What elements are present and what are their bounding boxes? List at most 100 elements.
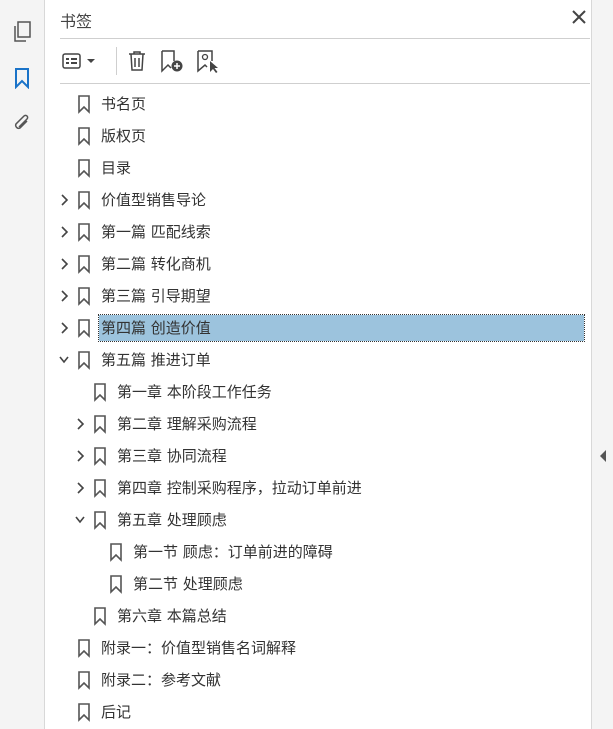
bookmark-label-wrap: 第六章 本篇总结 — [115, 603, 229, 629]
right-gutter — [591, 0, 613, 729]
bookmark-item[interactable]: 第一章 本阶段工作任务 — [73, 378, 274, 406]
bookmark-label: 第五篇 推进订单 — [101, 351, 211, 369]
close-button[interactable] — [568, 6, 590, 28]
bookmark-icon — [91, 506, 109, 534]
collapse-chevron-icon[interactable] — [57, 346, 71, 374]
bookmark-label: 第二篇 转化商机 — [101, 255, 211, 273]
bookmark-label-wrap: 第二篇 转化商机 — [99, 251, 213, 277]
bookmark-icon — [107, 570, 125, 598]
bookmark-item[interactable]: 后记 — [57, 698, 133, 726]
bookmark-toolbar — [60, 39, 590, 84]
bookmark-label: 价值型销售导论 — [101, 191, 207, 209]
expand-chevron-icon[interactable] — [73, 442, 87, 470]
bookmark-item[interactable]: 附录二：参考文献 — [57, 666, 223, 694]
bookmark-icon — [75, 698, 93, 726]
bookmark-label: 第五章 处理顾虑 — [117, 511, 227, 529]
delete-bookmark-button[interactable] — [124, 48, 150, 74]
bookmark-icon — [75, 186, 93, 214]
bookmark-item[interactable]: 第三篇 引导期望 — [57, 282, 213, 310]
bookmark-icon — [75, 122, 93, 150]
bookmark-item[interactable]: 书名页 — [57, 90, 148, 118]
pages-icon[interactable] — [8, 18, 36, 46]
bookmark-label-wrap: 第一章 本阶段工作任务 — [115, 379, 274, 405]
attachment-icon[interactable] — [8, 110, 36, 138]
bookmark-icon — [91, 442, 109, 470]
bookmark-item[interactable]: 第二节 处理顾虑 — [89, 570, 245, 598]
bookmark-label: 书名页 — [101, 95, 147, 113]
bookmark-icon — [91, 410, 109, 438]
bookmark-item[interactable]: 版权页 — [57, 122, 148, 150]
bookmark-label-wrap: 第三章 协同流程 — [115, 443, 229, 469]
bookmark-label-wrap: 版权页 — [99, 123, 148, 149]
bookmark-label-wrap: 目录 — [99, 155, 133, 181]
new-bookmark-icon — [161, 50, 183, 73]
bookmark-item[interactable]: 第一篇 匹配线索 — [57, 218, 213, 246]
bookmark-item[interactable]: 第四篇 创造价值 — [57, 314, 585, 342]
bookmark-label: 第六章 本篇总结 — [117, 607, 227, 625]
navigation-rail — [0, 0, 45, 729]
bookmark-label-wrap: 第四章 控制采购程序，拉动订单前进 — [115, 475, 364, 501]
bookmark-item[interactable]: 目录 — [57, 154, 133, 182]
list-options-icon — [62, 53, 95, 69]
bookmark-label: 附录二：参考文献 — [101, 671, 222, 689]
bookmark-label-wrap: 第五章 处理顾虑 — [115, 507, 229, 533]
collapse-panel-icon[interactable] — [598, 449, 608, 463]
bookmark-item[interactable]: 第一节 顾虑：订单前进的障碍 — [89, 538, 335, 566]
bookmark-label-wrap: 附录一：价值型销售名词解释 — [99, 635, 298, 661]
expand-chevron-icon[interactable] — [57, 314, 71, 342]
bookmark-icon — [75, 666, 93, 694]
new-bookmark-button[interactable] — [158, 48, 186, 74]
expand-chevron-icon[interactable] — [57, 282, 71, 310]
bookmark-label: 第三章 协同流程 — [117, 447, 227, 465]
bookmark-item[interactable]: 第五章 处理顾虑 — [73, 506, 229, 534]
bookmark-icon — [75, 250, 93, 278]
bookmark-label: 第二节 处理顾虑 — [133, 575, 243, 593]
bookmark-item[interactable]: 第二篇 转化商机 — [57, 250, 213, 278]
bookmark-label-wrap: 第四篇 创造价值 — [98, 314, 585, 342]
bookmark-item[interactable]: 第三章 协同流程 — [73, 442, 229, 470]
expand-chevron-icon[interactable] — [73, 410, 87, 438]
bookmark-label-wrap: 价值型销售导论 — [99, 187, 208, 213]
collapse-chevron-icon[interactable] — [73, 506, 87, 534]
bookmark-label-wrap: 第三篇 引导期望 — [99, 283, 213, 309]
bookmark-label-wrap: 第一节 顾虑：订单前进的障碍 — [131, 539, 335, 565]
bookmark-icon — [91, 602, 109, 630]
bookmark-label: 第三篇 引导期望 — [101, 287, 211, 305]
bookmark-item[interactable]: 附录一：价值型销售名词解释 — [57, 634, 298, 662]
expand-chevron-icon[interactable] — [57, 250, 71, 278]
toolbar-separator — [116, 47, 117, 75]
bookmark-label: 第一篇 匹配线索 — [101, 223, 211, 241]
expand-chevron-icon[interactable] — [73, 474, 87, 502]
bookmark-cursor-icon — [197, 50, 218, 73]
bookmark-icon — [91, 378, 109, 406]
trash-icon — [129, 51, 145, 71]
bookmark-icon — [75, 634, 93, 662]
bookmark-icon — [107, 538, 125, 566]
bookmark-icon[interactable] — [8, 64, 36, 92]
bookmark-label-wrap: 第二节 处理顾虑 — [131, 571, 245, 597]
bookmark-from-structure-button[interactable] — [194, 48, 222, 74]
bookmark-item[interactable]: 价值型销售导论 — [57, 186, 208, 214]
bookmark-label-wrap: 书名页 — [99, 91, 148, 117]
bookmark-item[interactable]: 第六章 本篇总结 — [73, 602, 229, 630]
bookmark-item[interactable]: 第五篇 推进订单 — [57, 346, 213, 374]
bookmark-icon — [75, 154, 93, 182]
bookmark-item[interactable]: 第二章 理解采购流程 — [73, 410, 259, 438]
expand-chevron-icon[interactable] — [57, 186, 71, 214]
expand-chevron-icon[interactable] — [57, 218, 71, 246]
options-menu-button[interactable] — [62, 48, 96, 74]
panel-header: 书签 — [60, 0, 590, 39]
panel-title: 书签 — [60, 12, 93, 31]
bookmark-label: 第四章 控制采购程序，拉动订单前进 — [117, 479, 362, 497]
bookmark-icon — [75, 90, 93, 118]
bookmark-label: 目录 — [101, 159, 132, 177]
bookmark-item[interactable]: 第四章 控制采购程序，拉动订单前进 — [73, 474, 364, 502]
